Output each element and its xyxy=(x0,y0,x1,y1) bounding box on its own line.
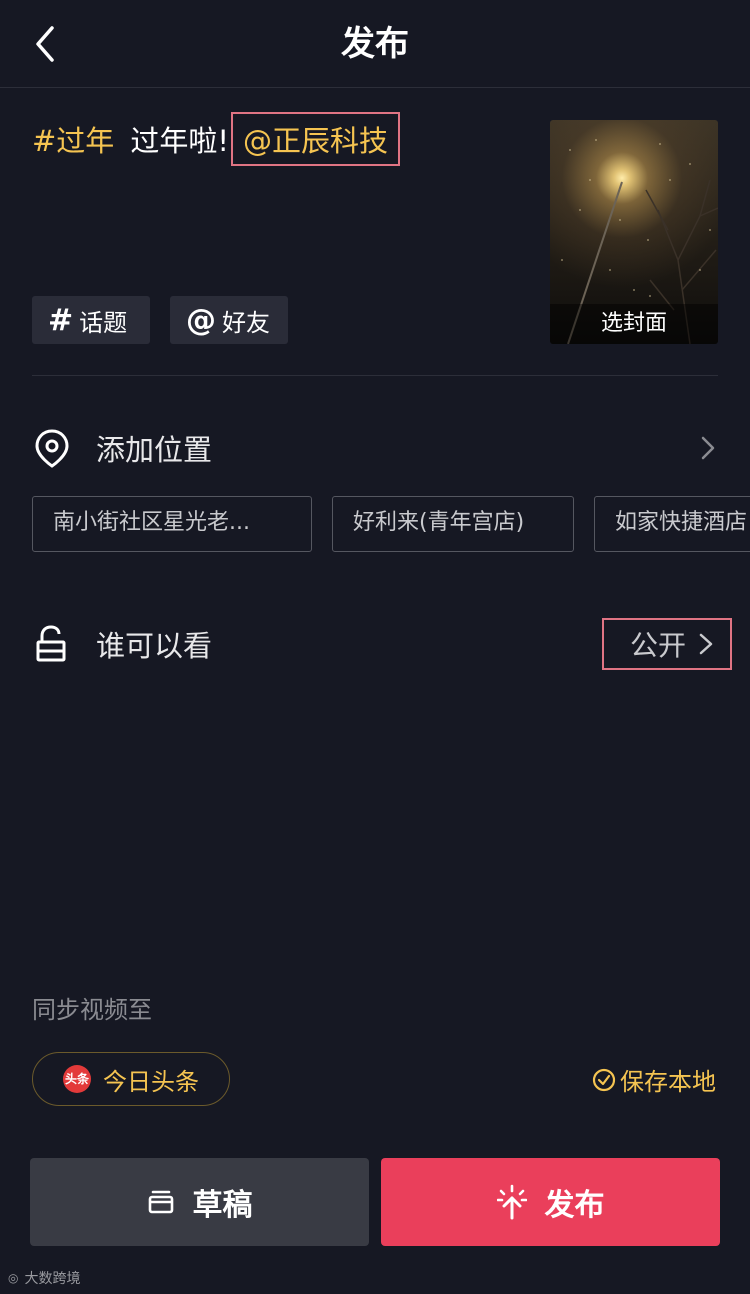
page-title: 发布 xyxy=(341,24,409,64)
divider xyxy=(32,375,718,376)
chevron-right-icon xyxy=(699,633,713,655)
friend-label: 好友 xyxy=(222,308,270,337)
at-icon: @ xyxy=(186,302,216,338)
header: 发布 xyxy=(0,0,750,88)
caption-input[interactable]: #过年 过年啦! @正辰科技 xyxy=(32,112,400,166)
toutiao-logo-icon: 头条 xyxy=(63,1065,91,1093)
publish-button[interactable]: 发布 xyxy=(381,1158,720,1246)
sync-toutiao-toggle[interactable]: 头条 今日头条 xyxy=(32,1052,230,1106)
watermark: ◎ 大数跨境 xyxy=(8,1268,80,1288)
draft-button[interactable]: 草稿 xyxy=(30,1158,369,1246)
draft-label: 草稿 xyxy=(192,1188,253,1223)
publish-label: 发布 xyxy=(544,1188,605,1223)
watermark-logo-icon: ◎ xyxy=(8,1271,19,1285)
check-circle-icon xyxy=(592,1068,616,1091)
sync-label: 同步视频至 xyxy=(32,996,152,1024)
topic-button[interactable]: # 话题 xyxy=(32,296,150,344)
location-suggestion[interactable]: 如家快捷酒店 xyxy=(594,496,750,552)
draft-box-icon xyxy=(148,1190,173,1214)
caption-text: 过年啦! xyxy=(130,124,229,158)
watermark-text: 大数跨境 xyxy=(24,1271,81,1287)
save-local-toggle[interactable]: 保存本地 xyxy=(592,1062,716,1097)
privacy-value-button[interactable]: 公开 xyxy=(602,618,732,670)
location-pin-icon xyxy=(35,429,69,468)
toutiao-label: 今日头条 xyxy=(103,1067,199,1096)
select-cover-label: 选封面 xyxy=(550,304,718,344)
publish-upload-icon xyxy=(496,1184,527,1220)
who-can-view-label: 谁可以看 xyxy=(96,629,213,663)
caption-hashtag[interactable]: #过年 xyxy=(32,118,114,160)
location-suggestion[interactable]: 南小街社区星光老... xyxy=(32,496,312,552)
topic-label: 话题 xyxy=(79,308,128,337)
unlock-icon xyxy=(36,625,66,662)
hash-icon: # xyxy=(48,302,74,338)
location-suggestion[interactable]: 好利来(青年宫店) xyxy=(332,496,574,552)
chevron-right-icon xyxy=(701,436,715,460)
save-local-label: 保存本地 xyxy=(620,1068,716,1096)
add-location-label: 添加位置 xyxy=(96,433,213,467)
cover-thumbnail[interactable]: 选封面 xyxy=(550,120,718,344)
add-location-row[interactable]: 添加位置 xyxy=(32,420,722,476)
caption-mention[interactable]: @正辰科技 xyxy=(230,112,400,166)
mention-friend-button[interactable]: @ 好友 xyxy=(170,296,288,344)
privacy-value: 公开 xyxy=(630,629,687,662)
